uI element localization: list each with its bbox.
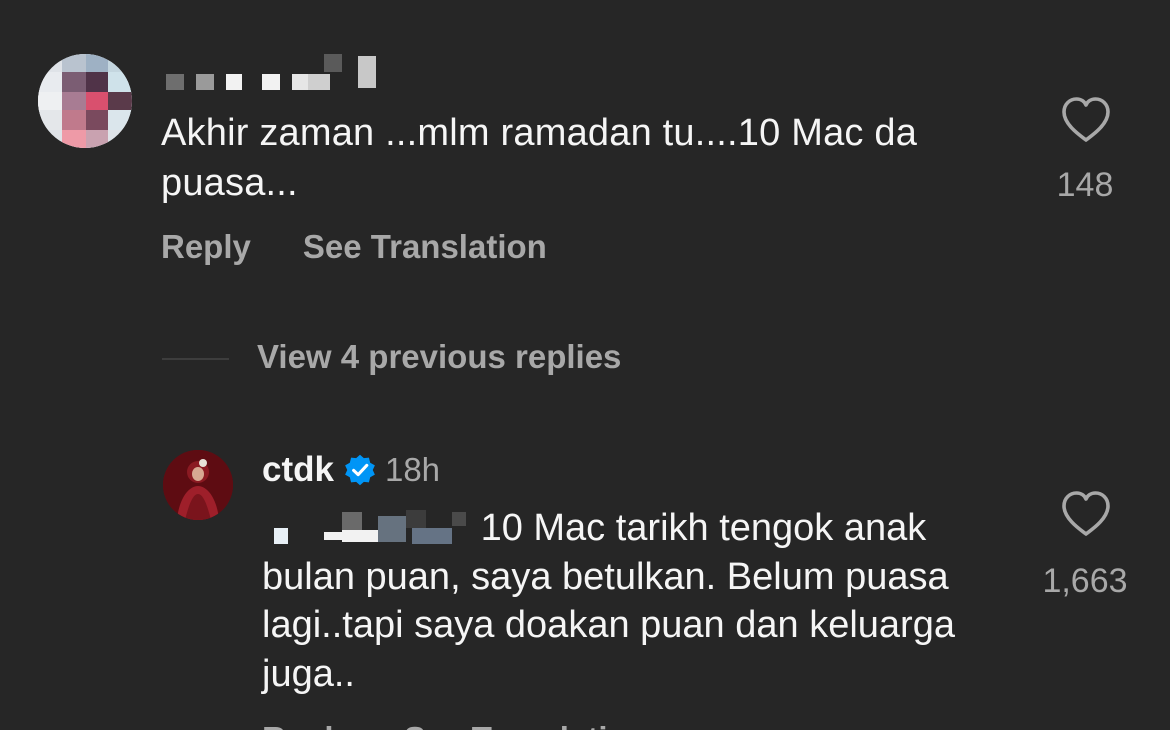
commenter-username-censored[interactable]: [160, 52, 400, 94]
reply-reply-button[interactable]: Reply: [262, 720, 352, 730]
reply-actions: Reply See Translation: [262, 720, 648, 730]
avatar-photo: [163, 450, 233, 520]
heart-outline-icon[interactable]: [1060, 490, 1112, 538]
view-previous-replies-button[interactable]: View 4 previous replies: [257, 338, 621, 376]
see-translation-button[interactable]: See Translation: [303, 228, 547, 266]
heart-outline-icon[interactable]: [1060, 96, 1112, 144]
verified-badge-icon: [345, 454, 375, 486]
reply-button[interactable]: Reply: [161, 228, 251, 266]
reply-header: ctdk 18h: [262, 447, 440, 493]
reply-text-block: 10 Mac tarikh tengok anak bulan puan, sa…: [262, 504, 1022, 698]
commenter-avatar-pixelated[interactable]: [38, 54, 132, 148]
reply-like-count: 1,663: [1042, 562, 1128, 600]
comment-text: Akhir zaman ...mlm ramadan tu....10 Mac …: [161, 112, 918, 204]
reply-see-translation-button[interactable]: See Translation: [404, 720, 648, 730]
comments-view: Akhir zaman ...mlm ramadan tu....10 Mac …: [0, 0, 1170, 730]
reply-timestamp: 18h: [384, 451, 441, 488]
comment-actions: Reply See Translation: [161, 228, 547, 266]
reply-username[interactable]: ctdk: [262, 450, 334, 490]
replies-divider: [162, 358, 229, 360]
reply-avatar[interactable]: [163, 450, 233, 520]
mention-censored[interactable]: [262, 508, 470, 546]
like-count: 148: [1056, 166, 1114, 204]
